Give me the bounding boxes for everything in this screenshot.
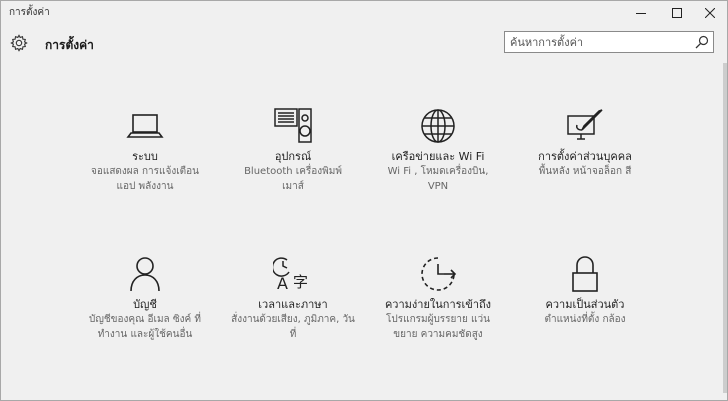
tile-desc-line: ตำแหน่งที่ตั้ง กล้อง: [544, 314, 626, 325]
tile-desc-line: Wi Fi , โหมดเครื่องบิน,: [387, 166, 489, 177]
tile-title: ความง่ายในการเข้าถึง: [384, 298, 492, 311]
tile-desc-line: โปรแกรมผู้บรรยาย แว่น: [386, 314, 490, 325]
time-language-icon: A 字: [273, 257, 308, 293]
search-icon[interactable]: [695, 35, 709, 49]
tile-title: เครือข่ายและ Wi Fi: [391, 150, 485, 163]
lock-icon: [572, 256, 598, 292]
tile-desc-line: บัญชีของคุณ อีเมล ซิงค์ ที่: [89, 314, 201, 325]
ease-of-access-icon: [421, 257, 457, 291]
laptop-icon: [126, 114, 164, 138]
svg-text:字: 字: [293, 273, 308, 291]
tile-title: ระบบ: [132, 150, 158, 163]
tile-desc-line: ขยาย ความคมชัดสูง: [393, 329, 483, 340]
maximize-button[interactable]: [660, 1, 694, 25]
close-icon: [705, 8, 715, 18]
tile-title: อุปกรณ์: [274, 150, 312, 163]
tile-title: การตั้งค่าส่วนบุคคล: [538, 150, 632, 163]
tile-desc-line: ที่: [289, 329, 297, 340]
person-icon: [130, 257, 160, 292]
tile-desc-line: Bluetooth เครื่องพิมพ์: [244, 166, 342, 177]
search-box[interactable]: [504, 31, 714, 53]
search-input[interactable]: [510, 34, 690, 50]
tile-devices[interactable]: อุปกรณ์ Bluetooth เครื่องพิมพ์ เมาส์: [218, 106, 368, 194]
tile-ease-of-access[interactable]: ความง่ายในการเข้าถึง โปรแกรมผู้บรรยาย แว…: [363, 254, 513, 342]
tile-desc-line: พื้นหลัง หน้าจอล็อก สี: [538, 166, 632, 177]
maximize-icon: [672, 8, 682, 18]
tile-title: ความเป็นส่วนตัว: [545, 298, 625, 311]
tile-personalization[interactable]: การตั้งค่าส่วนบุคคล พื้นหลัง หน้าจอล็อก …: [510, 106, 660, 179]
gear-icon: [10, 34, 28, 52]
personalization-icon: [567, 109, 603, 140]
tile-desc-line: สั่งงานด้วยเสียง, ภูมิภาค, วัน: [231, 314, 355, 325]
title-bar: การตั้งค่า: [1, 1, 727, 25]
tile-desc-line: ทำงาน และผู้ใช้คนอื่น: [97, 329, 193, 340]
minimize-icon: [636, 13, 646, 14]
globe-icon: [421, 109, 455, 143]
svg-text:A: A: [277, 274, 288, 293]
window-title: การตั้งค่า: [9, 7, 50, 18]
tile-time-language[interactable]: A 字 เวลาและภาษา สั่งงานด้วยเสียง, ภูมิภา…: [218, 254, 368, 342]
tile-network[interactable]: เครือข่ายและ Wi Fi Wi Fi , โหมดเครื่องบิ…: [363, 106, 513, 194]
tile-accounts[interactable]: บัญชี บัญชีของคุณ อีเมล ซิงค์ ที่ ทำงาน …: [70, 254, 220, 342]
page-title: การตั้งค่า: [45, 38, 94, 52]
settings-window: การตั้งค่า การตั้งค่า ค้นหาการตั้งค่า ระ…: [0, 0, 728, 401]
scrollbar[interactable]: [723, 63, 727, 393]
close-button[interactable]: [693, 1, 727, 25]
tile-title: เวลาและภาษา: [258, 298, 328, 311]
tile-privacy[interactable]: ความเป็นส่วนตัว ตำแหน่งที่ตั้ง กล้อง: [510, 254, 660, 327]
tile-desc-line: เมาส์: [282, 181, 304, 192]
tile-desc-line: VPN: [427, 181, 449, 192]
tile-desc-line: แอป พลังงาน: [116, 181, 174, 192]
tile-desc-line: จอแสดงผล การแจ้งเตือน: [91, 166, 199, 177]
minimize-button[interactable]: [624, 1, 658, 25]
tile-system[interactable]: ระบบ จอแสดงผล การแจ้งเตือน แอป พลังงาน: [70, 106, 220, 194]
devices-icon: [274, 108, 312, 143]
tile-title: บัญชี: [133, 298, 157, 311]
settings-header: การตั้งค่า: [1, 29, 727, 59]
